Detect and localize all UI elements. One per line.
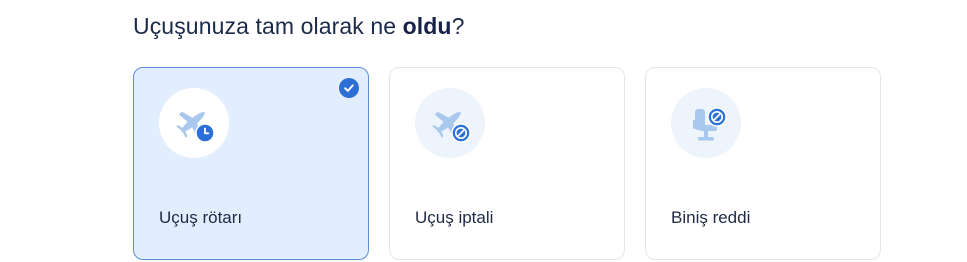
option-label: Uçuş iptali: [415, 208, 494, 227]
seat-denied-icon: [693, 107, 727, 141]
question-heading: Uçuşunuza tam olarak ne oldu?: [133, 11, 464, 41]
plane-delay-icon: [176, 111, 215, 143]
option-label: Biniş reddi: [671, 208, 751, 227]
option-label: Uçuş rötarı: [159, 208, 243, 227]
option-card-denied-boarding[interactable]: Biniş reddi: [645, 67, 881, 260]
question-emphasis: oldu: [402, 13, 452, 39]
icon-badge: [415, 88, 485, 158]
icon-badge: [159, 88, 229, 158]
icon-badge: [671, 88, 741, 158]
question-suffix: ?: [451, 13, 465, 39]
plane-cancel-icon: [432, 111, 471, 143]
checkmark-icon: [339, 78, 359, 98]
question-prefix: Uçuşunuza tam olarak ne: [133, 13, 403, 39]
option-cards: Uçuş rötarı Uçuş iptali Biniş reddi: [133, 67, 881, 260]
option-card-flight-cancellation[interactable]: Uçuş iptali: [389, 67, 625, 260]
option-card-flight-delay[interactable]: Uçuş rötarı: [133, 67, 369, 260]
